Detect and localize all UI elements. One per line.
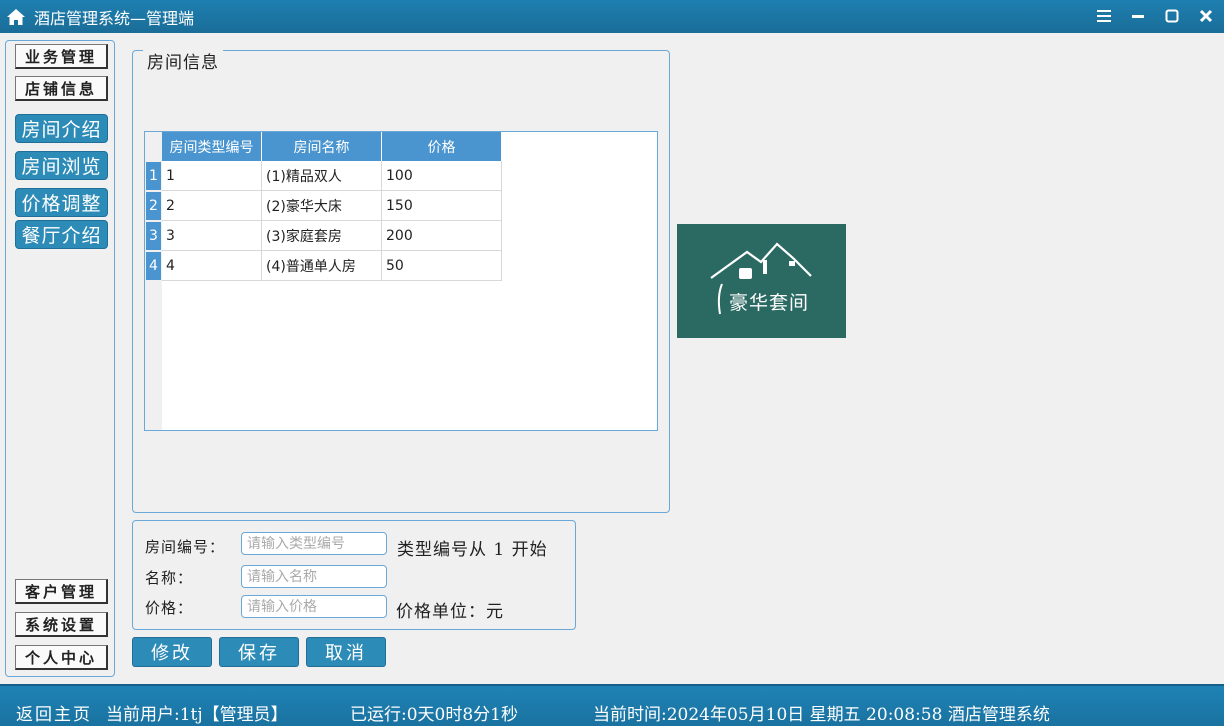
table-cell[interactable]: (2)豪华大床 [262, 191, 382, 221]
home-icon[interactable] [6, 8, 26, 26]
nav-system-settings[interactable]: 系统设置 [15, 612, 108, 637]
room-number-note: 类型编号从 1 开始 [397, 540, 548, 560]
save-button[interactable]: 保存 [219, 637, 299, 667]
table-cell[interactable]: 3 [162, 221, 262, 251]
table-cell[interactable]: (1)精品双人 [262, 161, 382, 191]
return-home-link[interactable]: 返回主页 [16, 700, 92, 725]
current-user: 当前用户:1tj【管理员】 [106, 705, 288, 725]
minimize-icon[interactable] [1128, 6, 1148, 26]
price-input[interactable] [241, 595, 387, 618]
room-image: 豪华套间 [677, 224, 846, 338]
table-cell[interactable]: 150 [382, 191, 502, 221]
nav-store-info[interactable]: 店铺信息 [15, 76, 108, 101]
nav-room-browse[interactable]: 房间浏览 [15, 151, 108, 180]
row-number[interactable]: 2 [146, 192, 161, 220]
maximize-icon[interactable] [1162, 6, 1182, 26]
price-label: 价格： [145, 599, 194, 617]
house-logo-icon [710, 242, 812, 315]
uptime: 已运行:0天0时8分1秒 [350, 705, 518, 725]
modify-button[interactable]: 修改 [132, 637, 212, 667]
name-label: 名称： [145, 569, 194, 587]
window-title: 酒店管理系统—管理端 [34, 8, 195, 28]
left-nav: 业务管理 店铺信息 房间介绍 房间浏览 价格调整 餐厅介绍 客户管理 系统设置 … [5, 40, 115, 677]
nav-room-intro[interactable]: 房间介绍 [15, 114, 108, 143]
table-cell[interactable]: 50 [382, 251, 502, 281]
nav-price-adjust[interactable]: 价格调整 [15, 188, 108, 217]
table-cell[interactable]: 4 [162, 251, 262, 281]
current-time: 当前时间:2024年05月10日 星期五 20:08:58 酒店管理系统 [593, 705, 1050, 725]
table-cell[interactable]: 1 [162, 161, 262, 191]
title-bar: 酒店管理系统—管理端 [0, 0, 1224, 33]
nav-personal-center[interactable]: 个人中心 [15, 645, 108, 670]
nav-restaurant-intro[interactable]: 餐厅介绍 [15, 220, 108, 249]
column-header-price[interactable]: 价格 [382, 132, 502, 161]
room-number-input[interactable] [241, 532, 387, 555]
close-icon[interactable] [1196, 6, 1216, 26]
row-number[interactable]: 4 [146, 252, 161, 280]
column-header-type-number[interactable]: 房间类型编号 [162, 132, 262, 161]
price-unit-note: 价格单位：元 [396, 602, 504, 622]
room-image-label: 豪华套间 [729, 292, 810, 314]
name-input[interactable] [241, 565, 387, 588]
menu-icon[interactable] [1094, 6, 1114, 26]
table-cell[interactable]: 2 [162, 191, 262, 221]
table-cell[interactable]: (4)普通单人房 [262, 251, 382, 281]
table-cell[interactable]: 100 [382, 161, 502, 191]
cancel-button[interactable]: 取消 [306, 637, 386, 667]
status-bar: 返回主页 当前用户:1tj【管理员】 已运行:0天0时8分1秒 当前时间:202… [0, 684, 1224, 726]
nav-customer-management[interactable]: 客户管理 [15, 579, 108, 604]
row-number[interactable]: 1 [146, 162, 161, 190]
nav-business-management[interactable]: 业务管理 [15, 44, 108, 69]
room-table[interactable]: 房间类型编号 房间名称 价格 1 1 (1)精品双人 100 2 2 (2)豪华… [144, 131, 658, 431]
room-number-label: 房间编号： [145, 538, 226, 556]
table-cell[interactable]: (3)家庭套房 [262, 221, 382, 251]
table-cell[interactable]: 200 [382, 221, 502, 251]
column-header-room-name[interactable]: 房间名称 [262, 132, 382, 161]
row-number[interactable]: 3 [146, 222, 161, 250]
room-info-title: 房间信息 [143, 48, 223, 73]
